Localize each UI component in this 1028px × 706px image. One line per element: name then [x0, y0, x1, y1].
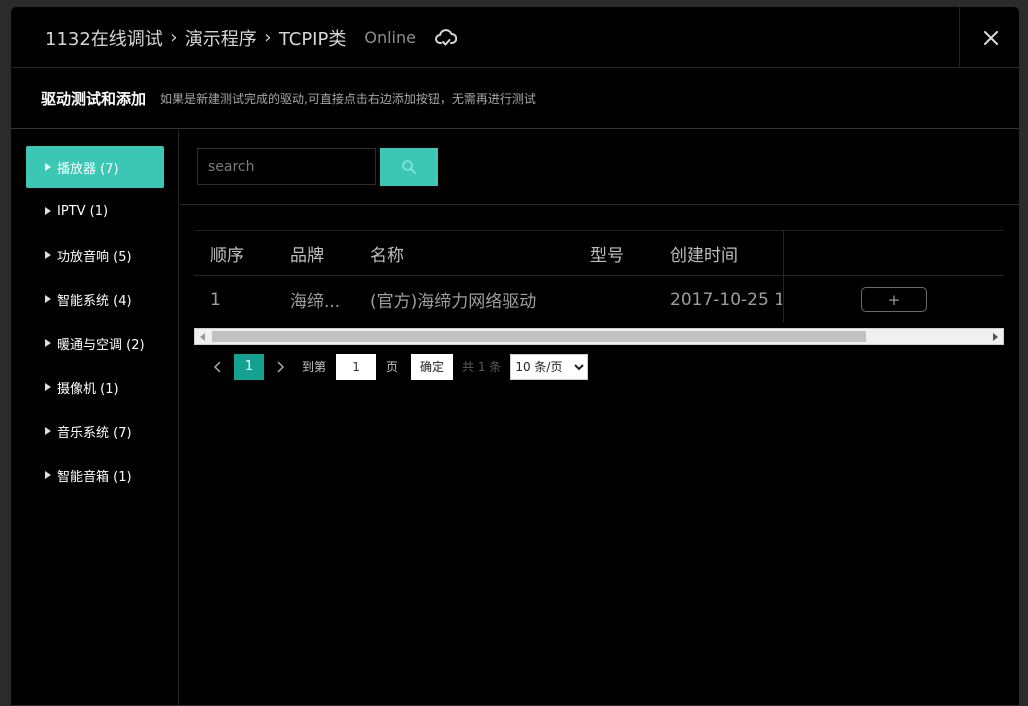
section-hint: 如果是新建测试完成的驱动,可直接点击右边添加按钮，无需再进行测试	[160, 92, 536, 106]
breadcrumb-chevron-icon: ›	[264, 27, 272, 48]
goto-label: 到第	[302, 360, 327, 374]
breadcrumb-chevron-icon: ›	[170, 27, 178, 48]
chevron-left-icon[interactable]	[208, 360, 226, 373]
sidebar-item-music-system[interactable]: 音乐系统 (7)	[26, 410, 164, 452]
sidebar-item-player[interactable]: 播放器 (7)	[26, 146, 164, 188]
caret-right-icon	[45, 383, 51, 391]
cloud-check-icon[interactable]	[434, 26, 458, 50]
page-size-select[interactable]: 10 条/页 20 条/页 50 条/页	[510, 353, 589, 380]
column-divider	[783, 230, 784, 322]
goto-confirm-button[interactable]: 确定	[411, 353, 454, 380]
sidebar-item-label: 摄像机 (1)	[57, 381, 119, 397]
page-number-current[interactable]: 1	[234, 353, 264, 380]
main-panel: 顺序 品牌 名称 型号 创建时间 1 海缔... (官方)海缔力网络驱动 201…	[180, 130, 1019, 705]
sidebar-item-label: IPTV (1)	[57, 203, 109, 219]
table-row[interactable]: 1 海缔... (官方)海缔力网络驱动 2017-10-25 16 +	[194, 277, 1004, 322]
page-unit-label: 页	[386, 360, 399, 374]
category-sidebar: 播放器 (7) IPTV (1) 功放音响 (5) 智能系统 (4) 暖通与空调…	[11, 130, 179, 705]
cell-index: 1	[210, 289, 221, 310]
caret-right-icon	[45, 207, 51, 215]
search-icon	[402, 160, 416, 174]
connection-status: Online	[364, 28, 416, 47]
scroll-left-icon[interactable]	[195, 329, 211, 344]
column-header-name[interactable]: 名称	[370, 231, 580, 275]
add-driver-button[interactable]: +	[861, 287, 927, 312]
search-bar	[197, 148, 438, 186]
breadcrumb-item-demo[interactable]: 演示程序	[185, 25, 257, 51]
sidebar-item-label: 智能音箱 (1)	[57, 469, 132, 485]
caret-right-icon	[45, 427, 51, 435]
column-header-created[interactable]: 创建时间	[670, 231, 782, 275]
sidebar-item-smart-system[interactable]: 智能系统 (4)	[26, 278, 164, 320]
caret-right-icon	[45, 471, 51, 479]
horizontal-scrollbar[interactable]	[194, 328, 1004, 345]
column-header-index[interactable]: 顺序	[210, 231, 280, 275]
breadcrumb: 1132在线调试 › 演示程序 › TCPIP类 Online	[45, 7, 458, 68]
cell-brand: 海缔...	[290, 292, 341, 312]
sidebar-item-smart-speaker[interactable]: 智能音箱 (1)	[26, 454, 164, 496]
cell-name: (官方)海缔力网络驱动	[370, 292, 537, 312]
driver-table: 顺序 品牌 名称 型号 创建时间 1 海缔... (官方)海缔力网络驱动 201…	[194, 230, 1004, 340]
goto-page-input[interactable]	[336, 353, 377, 380]
close-button[interactable]	[959, 7, 1019, 68]
sidebar-item-label: 智能系统 (4)	[57, 293, 132, 309]
cell-model	[590, 277, 660, 322]
sidebar-item-camera[interactable]: 摄像机 (1)	[26, 366, 164, 408]
cell-created: 2017-10-25 16	[670, 289, 782, 310]
sidebar-item-iptv[interactable]: IPTV (1)	[26, 190, 164, 232]
scroll-right-icon[interactable]	[987, 329, 1003, 344]
sidebar-item-amplifier[interactable]: 功放音响 (5)	[26, 234, 164, 276]
sidebar-item-label: 音乐系统 (7)	[57, 425, 132, 441]
table-header: 顺序 品牌 名称 型号 创建时间	[194, 230, 1004, 276]
caret-right-icon	[45, 163, 51, 171]
scrollbar-thumb[interactable]	[212, 331, 866, 342]
sidebar-item-label: 播放器 (7)	[57, 161, 119, 177]
sidebar-item-hvac[interactable]: 暖通与空调 (2)	[26, 322, 164, 364]
chevron-right-icon[interactable]	[272, 360, 290, 373]
column-header-model[interactable]: 型号	[590, 231, 660, 275]
caret-right-icon	[45, 251, 51, 259]
breadcrumb-item-tcpip[interactable]: TCPIP类	[279, 25, 347, 51]
caret-right-icon	[45, 339, 51, 347]
section-title: 驱动测试和添加	[41, 90, 147, 108]
dialog-header: 1132在线调试 › 演示程序 › TCPIP类 Online	[11, 7, 1019, 68]
dialog-window: 1132在线调试 › 演示程序 › TCPIP类 Online 驱动测试和添加 …	[10, 6, 1020, 706]
sidebar-item-label: 暖通与空调 (2)	[57, 337, 145, 353]
search-input[interactable]	[197, 148, 376, 185]
caret-right-icon	[45, 295, 51, 303]
search-button[interactable]	[380, 148, 438, 186]
close-icon	[983, 30, 998, 45]
column-header-brand[interactable]: 品牌	[290, 231, 354, 275]
sidebar-item-label: 功放音响 (5)	[57, 249, 132, 265]
section-header: 驱动测试和添加 如果是新建测试完成的驱动,可直接点击右边添加按钮，无需再进行测试	[11, 69, 1019, 129]
breadcrumb-item-debug[interactable]: 1132在线调试	[45, 25, 163, 51]
pagination: 1 到第 页 确定 共 1 条 10 条/页 20 条/页 50 条/页	[208, 353, 589, 380]
divider	[180, 204, 1019, 205]
total-count: 共 1 条	[462, 360, 502, 374]
